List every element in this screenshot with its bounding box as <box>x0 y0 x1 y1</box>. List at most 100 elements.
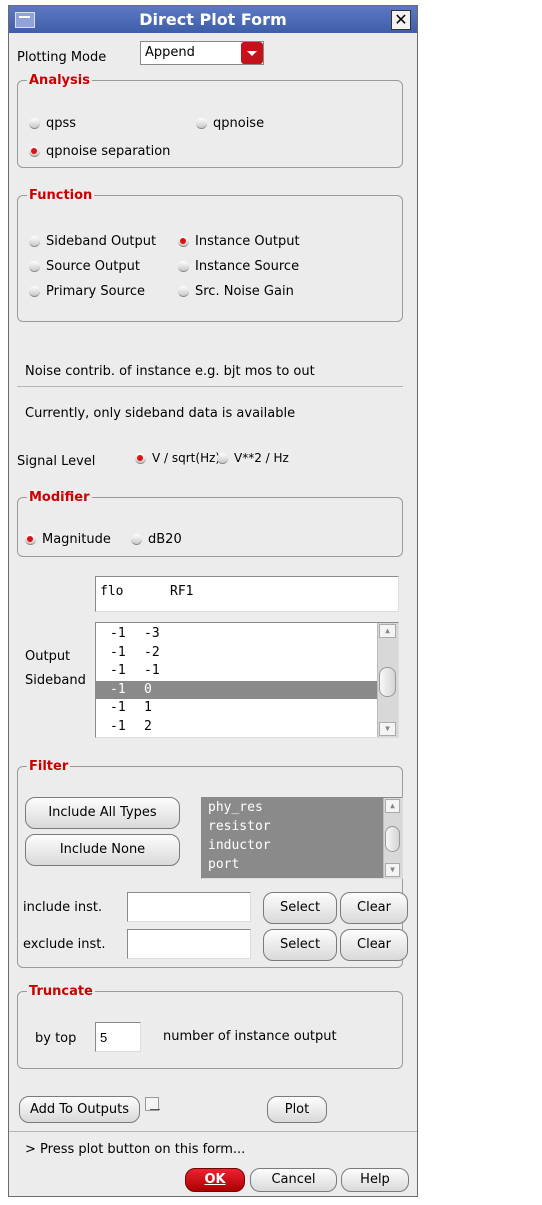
analysis-radio-qpnoise[interactable]: qpnoise <box>196 116 264 131</box>
scroll-down-icon[interactable]: ▼ <box>379 722 396 736</box>
plotting-mode-value: Append <box>145 45 195 60</box>
plotting-mode-label: Plotting Mode <box>17 50 107 65</box>
instance-type-item[interactable]: phy_res <box>202 799 382 817</box>
instance-types-list[interactable]: port inductor resistor phy_res ▲ ▼ <box>201 797 403 879</box>
scroll-down-icon[interactable]: ▼ <box>385 863 400 877</box>
ok-button[interactable]: OK <box>185 1168 245 1192</box>
modifier-radio-magnitude[interactable]: Magnitude <box>25 532 111 547</box>
analysis-radio-qpss[interactable]: qpss <box>29 116 76 131</box>
radio-label: Instance Output <box>195 234 300 249</box>
sideband-row[interactable]: -1 -2 <box>96 644 378 662</box>
window-title: Direct Plot Form <box>139 10 287 29</box>
plotting-mode-select[interactable]: Append <box>140 41 264 65</box>
radio-off-icon <box>178 261 189 272</box>
exclude-inst-label: exclude inst. <box>23 937 106 952</box>
close-icon[interactable]: ✕ <box>391 10 411 30</box>
radio-label: Src. Noise Gain <box>195 284 294 299</box>
sideband-header-col2: RF1 <box>170 584 194 599</box>
sideband-row-col2: 2 <box>144 718 152 734</box>
output-sideband-label-2: Sideband <box>25 673 86 688</box>
radio-label: qpnoise <box>213 116 265 131</box>
include-inst-label: include inst. <box>23 900 103 915</box>
function-radio-source-output[interactable]: Source Output <box>29 259 140 274</box>
radio-label: Magnitude <box>42 532 111 547</box>
exclude-inst-input[interactable] <box>127 929 251 959</box>
function-radio-instance-output[interactable]: Instance Output <box>178 234 300 249</box>
sideband-header: flo RF1 <box>95 576 399 612</box>
modifier-group <box>17 497 403 557</box>
scroll-thumb[interactable] <box>385 826 400 852</box>
instance-type-item[interactable]: inductor <box>202 837 382 855</box>
radio-label: Primary Source <box>46 284 146 299</box>
sideband-row-col1: -1 <box>110 626 126 641</box>
function-radio-primary-source[interactable]: Primary Source <box>29 284 145 299</box>
sideband-scrollbar[interactable]: ▲ ▼ <box>377 623 398 737</box>
include-none-button[interactable]: Include None <box>25 834 180 866</box>
sideband-row[interactable]: -1 -1 <box>96 662 378 680</box>
exclude-inst-clear-button[interactable]: Clear <box>340 929 408 961</box>
ok-label: OK <box>204 1172 226 1187</box>
divider <box>9 1131 417 1132</box>
include-inst-input[interactable] <box>127 892 251 922</box>
plot-button[interactable]: Plot <box>267 1096 327 1123</box>
dash-icon <box>150 1109 160 1110</box>
signal-level-radio-v-sqrt-hz[interactable]: V / sqrt(Hz) <box>135 451 220 465</box>
output-sideband-list[interactable]: -1 2 -1 1 -1 0 -1 -1 -1 -2 -1 -3 ▲ ▼ <box>95 622 399 738</box>
direct-plot-form-window: Direct Plot Form ✕ Plotting Mode Append … <box>8 5 418 1197</box>
truncate-legend: Truncate <box>27 984 95 999</box>
radio-label: qpnoise separation <box>46 144 171 159</box>
sideband-row[interactable]: -1 -3 <box>96 625 378 643</box>
function-radio-src-noise-gain[interactable]: Src. Noise Gain <box>178 284 294 299</box>
instance-type-item[interactable]: port <box>202 856 382 874</box>
radio-off-icon <box>217 452 228 464</box>
radio-off-icon <box>178 286 189 297</box>
truncate-suffix-label: number of instance output <box>163 1029 337 1044</box>
radio-label: qpss <box>46 116 77 131</box>
exclude-inst-select-button[interactable]: Select <box>263 929 337 961</box>
radio-label: Sideband Output <box>46 234 157 249</box>
cancel-label: Cancel <box>271 1172 316 1187</box>
function-radio-sideband-output[interactable]: Sideband Output <box>29 234 156 249</box>
scroll-up-icon[interactable]: ▲ <box>379 624 396 638</box>
output-sideband-label-1: Output <box>25 649 71 664</box>
modifier-radio-db20[interactable]: dB20 <box>131 532 182 547</box>
help-label: Help <box>360 1172 390 1187</box>
sideband-row[interactable]: -1 2 <box>96 718 378 736</box>
analysis-radio-qpnoise-separation[interactable]: qpnoise separation <box>29 144 170 159</box>
sideband-row-col2: -1 <box>144 663 160 678</box>
sideband-row[interactable]: -1 1 <box>96 699 378 717</box>
sideband-row-col1: -1 <box>110 700 126 715</box>
cancel-button[interactable]: Cancel <box>250 1168 337 1192</box>
function-radio-instance-source[interactable]: Instance Source <box>178 259 299 274</box>
radio-label: V / sqrt(Hz) <box>152 451 221 465</box>
include-inst-clear-button[interactable]: Clear <box>340 892 408 924</box>
sideband-row-col1: -1 <box>110 718 126 734</box>
sideband-row-col1: -1 <box>110 644 126 660</box>
add-to-outputs-button[interactable]: Add To Outputs <box>19 1096 140 1123</box>
signal-level-label: Signal Level <box>17 454 96 469</box>
scroll-up-icon[interactable]: ▲ <box>385 799 400 813</box>
radio-on-icon <box>135 452 146 464</box>
radio-off-icon <box>29 261 40 272</box>
truncate-count-input[interactable] <box>95 1022 141 1052</box>
scroll-thumb[interactable] <box>379 667 396 697</box>
radio-label: Source Output <box>46 259 140 274</box>
radio-label: V**2 / Hz <box>234 451 289 465</box>
include-all-types-button[interactable]: Include All Types <box>25 797 180 829</box>
function-legend: Function <box>27 188 95 203</box>
include-inst-select-button[interactable]: Select <box>263 892 337 924</box>
modifier-legend: Modifier <box>27 490 92 505</box>
data-availability-note: Currently, only sideband data is availab… <box>25 406 296 421</box>
radio-on-icon <box>25 534 36 545</box>
truncate-by-top-label: by top <box>35 1031 77 1046</box>
signal-level-radio-v2-hz[interactable]: V**2 / Hz <box>217 451 289 465</box>
radio-off-icon <box>131 534 142 545</box>
title-bar[interactable]: Direct Plot Form ✕ <box>9 6 417 33</box>
help-button[interactable]: Help <box>341 1168 409 1192</box>
sideband-row-col2: 0 <box>144 681 152 697</box>
chevron-down-icon <box>241 42 263 64</box>
sideband-row[interactable]: -1 0 <box>96 680 378 699</box>
instance-type-item[interactable]: resistor <box>202 818 382 836</box>
types-scrollbar[interactable]: ▲ ▼ <box>383 798 402 878</box>
radio-label: Instance Source <box>195 259 300 274</box>
